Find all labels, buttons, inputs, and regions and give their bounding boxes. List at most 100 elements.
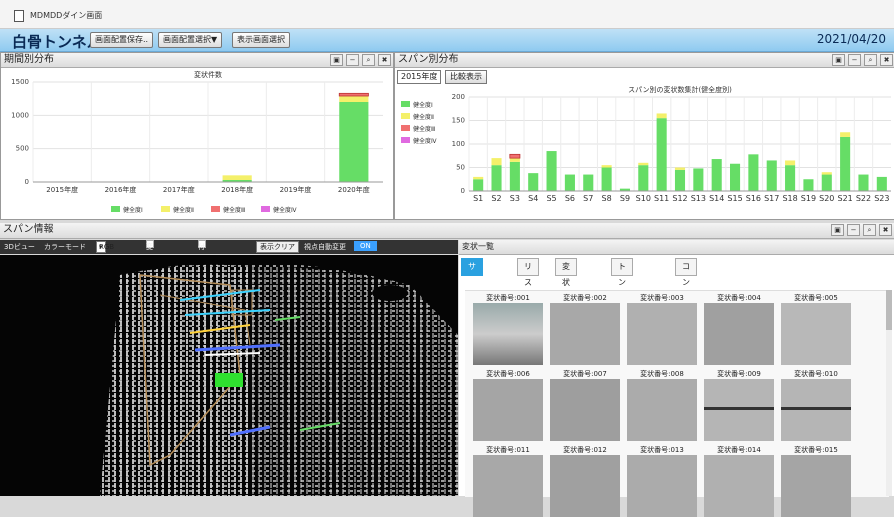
span-info-header: スパン情報 ▣ − ⌕ ✖ <box>0 223 894 239</box>
y-tick-label: 0 <box>461 187 465 195</box>
bar-segment <box>564 174 575 191</box>
x-tick-label: S14 <box>709 194 724 203</box>
minimize-icon[interactable]: − <box>346 54 359 66</box>
period-distribution-panel: 期間別分布 ▣ − ⌕ ✖ 変状件数 0 500 1000 1500 2015年度 2016年度 2… <box>0 52 394 220</box>
tunnel-3d-view[interactable] <box>0 255 458 496</box>
span-info-panel: スパン情報 ▣ − ⌕ ✖ <box>0 223 894 239</box>
y-tick-label: 50 <box>456 164 465 172</box>
bar-segment <box>491 158 502 166</box>
auto-view-toggle[interactable]: ON <box>354 241 377 251</box>
restore-icon[interactable]: ▣ <box>831 224 844 236</box>
defect-list-panel: 変状一覧 サムネイル リスト 変状展開図 トンネル画像 コンター図 変状番号:0… <box>459 240 894 517</box>
minimize-icon[interactable]: − <box>847 224 860 236</box>
bar-segment <box>509 153 521 159</box>
scroll-thumb[interactable] <box>886 290 892 330</box>
x-tick-label: 2018年度 <box>221 185 253 194</box>
thumbnail-item[interactable]: 変状番号:008 <box>627 369 697 441</box>
tab-tunnel-image[interactable]: トンネル画像 <box>611 258 633 351</box>
period-panel-header: 期間別分布 ▣ − ⌕ ✖ <box>1 53 393 68</box>
bar-segment <box>693 168 704 191</box>
defect-image <box>550 379 620 441</box>
color-mode-label: カラーモード <box>44 243 86 251</box>
close-icon[interactable]: ✖ <box>879 224 892 236</box>
thumbnail-item[interactable]: 変状番号:011 <box>473 445 543 517</box>
window-title: MDMDDダイン画面 <box>30 11 103 20</box>
bar-segment <box>876 176 887 191</box>
thumbnail-item[interactable]: 変状番号:006 <box>473 369 543 441</box>
x-tick-label: S15 <box>727 194 742 203</box>
close-icon[interactable]: ✖ <box>880 54 893 66</box>
compare-button[interactable]: 比較表示 <box>445 70 487 84</box>
thumbnail-item[interactable]: 変状番号:002 <box>550 293 620 365</box>
select-display-button[interactable]: 表示画面選択 <box>232 32 290 48</box>
color-mode-select[interactable]: RGB ▾ <box>96 241 114 253</box>
defect-image <box>704 455 774 517</box>
legend-label: 健全度Ⅲ <box>223 206 245 214</box>
defect-list-title: 変状一覧 <box>462 242 494 251</box>
tab-thumbnail[interactable]: サムネイル <box>461 258 483 335</box>
thumbnail-item[interactable]: 変状番号:015 <box>781 445 851 517</box>
x-tick-label: S5 <box>546 194 556 203</box>
bar-segment <box>638 165 649 191</box>
legend-swatch <box>401 113 410 119</box>
thumbnail-item[interactable]: 変状番号:004 <box>704 293 774 365</box>
bar-segment <box>803 179 814 191</box>
defect-image <box>550 303 620 365</box>
x-tick-label: S6 <box>565 194 575 203</box>
thumbnail-item[interactable]: 変状番号:009 <box>704 369 774 441</box>
thumbnail-item[interactable]: 変状番号:001 <box>473 293 543 365</box>
thumbnail-item[interactable]: 変状番号:007 <box>550 369 620 441</box>
bar-segment <box>840 136 851 191</box>
thumbnail-item[interactable]: 変状番号:010 <box>781 369 851 441</box>
point-cloud-canvas <box>100 262 458 496</box>
bar-segment <box>656 113 667 119</box>
pin-icon[interactable]: ⌕ <box>362 54 375 66</box>
x-tick-label: S8 <box>602 194 612 203</box>
span-info-title: スパン情報 <box>3 224 54 235</box>
bar-segment <box>821 172 832 175</box>
thumbnail-item[interactable]: 変状番号:003 <box>627 293 697 365</box>
defect-image <box>781 379 851 441</box>
bar-segment <box>222 175 252 180</box>
bar-segment <box>674 167 686 170</box>
app-header: 白骨トンネル 画面配置保存.. 画面配置選択▼ 表示画面選択 2021/04/2… <box>0 29 894 52</box>
restore-icon[interactable]: ▣ <box>330 54 343 66</box>
minimize-icon[interactable]: − <box>848 54 861 66</box>
x-tick-label: S20 <box>819 194 834 203</box>
save-layout-button[interactable]: 画面配置保存.. <box>90 32 154 48</box>
select-layout-button[interactable]: 画面配置選択▼ <box>158 32 223 48</box>
close-icon[interactable]: ✖ <box>378 54 391 66</box>
current-date: 2021/04/20 <box>816 32 886 46</box>
thumbnail-item[interactable]: 変状番号:014 <box>704 445 774 517</box>
thumbnail-item[interactable]: 変状番号:005 <box>781 293 851 365</box>
bar-segment <box>785 160 796 166</box>
pin-icon[interactable]: ⌕ <box>864 54 877 66</box>
tab-defect-development[interactable]: 変状展開図 <box>555 258 577 335</box>
legend-label: 健全度Ⅱ <box>413 113 434 121</box>
bar-segment <box>509 161 520 191</box>
x-tick-label: 2017年度 <box>163 185 195 194</box>
thumbnail-item[interactable]: 変状番号:012 <box>550 445 620 517</box>
x-tick-label: S9 <box>620 194 630 203</box>
clear-display-button[interactable]: 表示クリア <box>256 241 299 253</box>
defect-list-header: 変状一覧 <box>459 240 894 255</box>
auto-view-label: 視点自動変更 <box>304 243 346 251</box>
thumbnail-scrollbar[interactable] <box>886 290 892 496</box>
tab-contour[interactable]: コンター図 <box>675 258 697 335</box>
legend-swatch <box>111 206 120 212</box>
x-tick-label: S23 <box>874 194 889 203</box>
bar-segment <box>528 173 539 191</box>
thumbnail-item[interactable]: 変状番号:013 <box>627 445 697 517</box>
tab-list[interactable]: リスト <box>517 258 539 303</box>
legend-label: 健全度Ⅱ <box>173 206 194 214</box>
y-tick-label: 150 <box>452 117 465 125</box>
defect-image <box>627 455 697 517</box>
bar-segment <box>339 96 369 102</box>
x-tick-label: 2020年度 <box>338 185 370 194</box>
y-tick-label: 1500 <box>11 78 29 86</box>
restore-icon[interactable]: ▣ <box>832 54 845 66</box>
year-select[interactable]: 2015年度 <box>397 70 442 84</box>
bar-segment <box>339 102 369 182</box>
pin-icon[interactable]: ⌕ <box>863 224 876 236</box>
defect-image <box>704 379 774 441</box>
